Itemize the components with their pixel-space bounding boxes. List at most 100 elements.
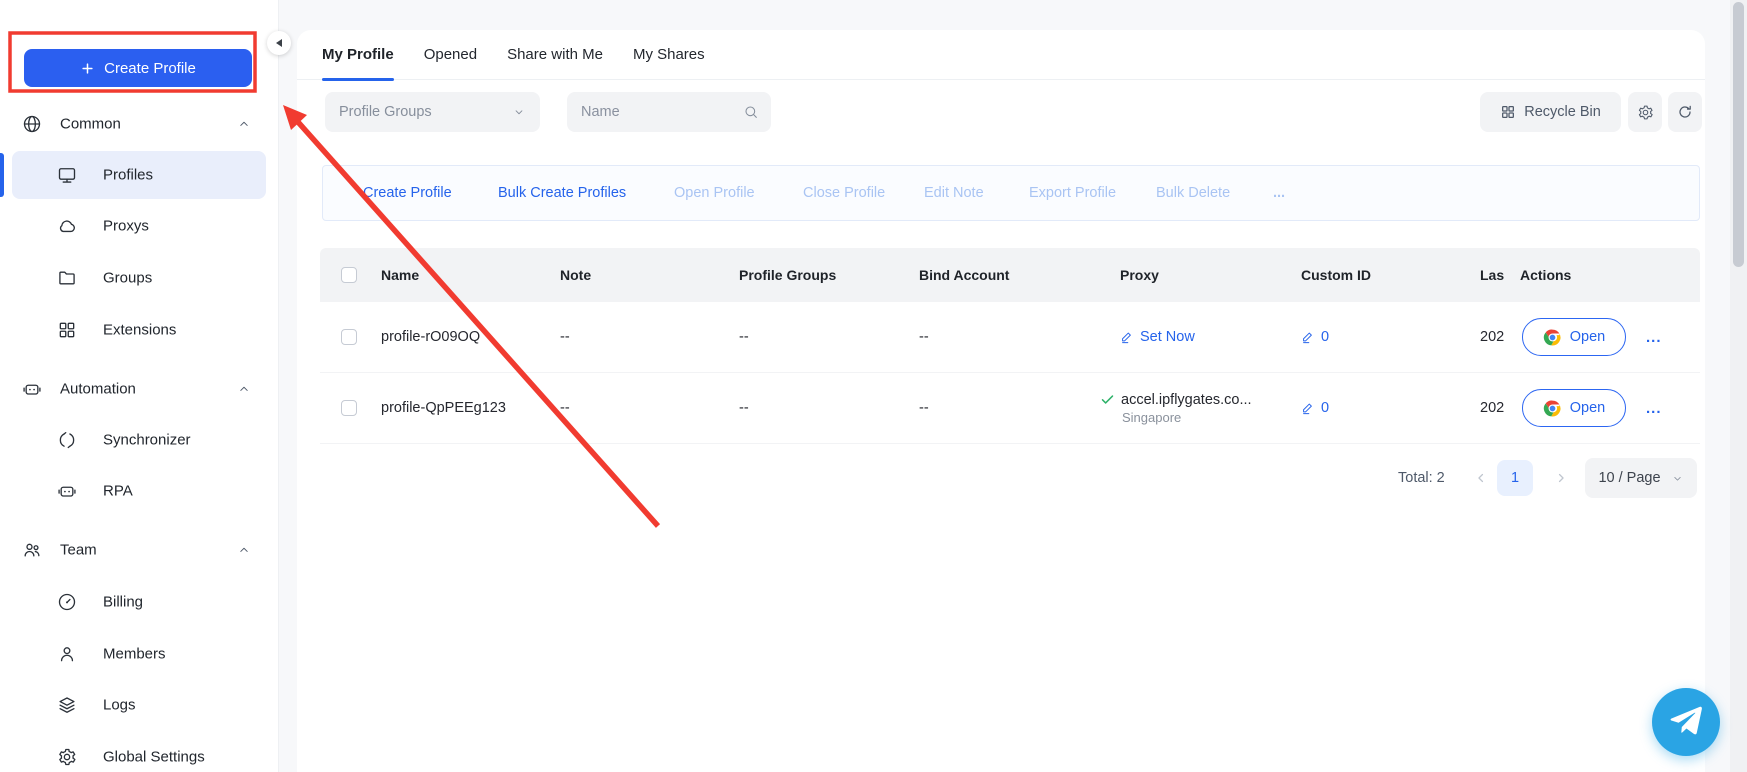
sidebar-item-rpa[interactable]: RPA <box>0 465 278 517</box>
grid-icon <box>1500 104 1516 120</box>
robot-icon <box>22 379 42 399</box>
tab-my-shares[interactable]: My Shares <box>633 30 705 80</box>
sidebar-item-billing[interactable]: Billing <box>0 576 278 628</box>
page-size-select[interactable]: 10 / Page <box>1585 458 1697 498</box>
chevron-up-icon[interactable] <box>237 382 251 396</box>
chevron-down-icon <box>1671 472 1684 485</box>
sidebar-item-logs[interactable]: Logs <box>0 679 278 731</box>
row-checkbox[interactable] <box>341 329 357 345</box>
row-more-button[interactable]: ... <box>1646 302 1662 372</box>
page-size-value: 10 / Page <box>1598 470 1660 486</box>
recycle-bin-label: Recycle Bin <box>1524 104 1601 120</box>
sync-icon <box>57 430 77 450</box>
sidebar-item-label: Global Settings <box>103 749 205 766</box>
sidebar-item-label: Billing <box>103 594 143 611</box>
refresh-button[interactable] <box>1668 92 1702 132</box>
telegram-button[interactable] <box>1652 688 1720 756</box>
sidebar-item-label: RPA <box>103 483 133 500</box>
custom-id-edit[interactable]: 0 <box>1301 302 1329 372</box>
bind-account-value: -- <box>919 302 929 372</box>
sidebar-item-groups[interactable]: Groups <box>0 252 278 304</box>
action-edit-note[interactable]: Edit Note <box>924 166 984 220</box>
sidebar-item-label: Profiles <box>103 167 153 184</box>
main-panel: My Profile Opened Share with Me My Share… <box>297 30 1705 772</box>
sidebar-collapse-button[interactable] <box>267 31 291 55</box>
sidebar: Create Profile Common Profiles Proxys Gr… <box>0 0 279 772</box>
col-header-note: Note <box>560 248 591 302</box>
open-profile-button[interactable]: Open <box>1522 389 1626 427</box>
action-bulk-delete[interactable]: Bulk Delete <box>1156 166 1230 220</box>
action-open-profile[interactable]: Open Profile <box>674 166 755 220</box>
open-profile-button[interactable]: Open <box>1522 318 1626 356</box>
sidebar-item-synchronizer[interactable]: Synchronizer <box>0 414 278 466</box>
globe-icon <box>22 114 42 134</box>
section-label: Team <box>60 542 97 559</box>
pagination-prev-button[interactable] <box>1469 458 1493 498</box>
action-create-profile[interactable]: Create Profile <box>363 166 452 220</box>
proxy-set-now-link[interactable]: Set Now <box>1120 302 1195 372</box>
row-checkbox[interactable] <box>341 400 357 416</box>
recycle-bin-button[interactable]: Recycle Bin <box>1480 92 1621 132</box>
sidebar-item-label: Logs <box>103 697 136 714</box>
table-row: profile-rO09OQ -- -- -- Set Now 0 202 Op… <box>320 302 1700 373</box>
page-scrollbar-thumb[interactable] <box>1733 2 1744 267</box>
pagination-next-button[interactable] <box>1549 458 1573 498</box>
chrome-icon <box>1543 328 1562 347</box>
page-scrollbar-track[interactable] <box>1730 0 1747 772</box>
col-header-actions: Actions <box>1520 248 1571 302</box>
profile-groups-select-value: Profile Groups <box>339 104 432 120</box>
active-item-indicator <box>0 153 4 197</box>
proxy-cell[interactable]: accel.ipflygates.co... Singapore <box>1100 373 1252 443</box>
action-close-profile[interactable]: Close Profile <box>803 166 885 220</box>
create-profile-label: Create Profile <box>104 60 196 77</box>
refresh-icon <box>1677 104 1693 120</box>
name-search <box>567 92 771 132</box>
proxy-host: accel.ipflygates.co... <box>1121 392 1252 408</box>
action-more-ellipsis[interactable]: ... <box>1273 166 1285 220</box>
section-label: Common <box>60 116 121 133</box>
chevron-down-icon <box>512 105 526 119</box>
sidebar-section-automation[interactable]: Automation <box>0 363 278 415</box>
settings-button[interactable] <box>1628 92 1662 132</box>
tab-my-profile[interactable]: My Profile <box>322 30 394 80</box>
chevron-up-icon[interactable] <box>237 117 251 131</box>
profile-groups-select[interactable]: Profile Groups <box>325 92 540 132</box>
note-value: -- <box>560 373 570 443</box>
action-bulk-create-profiles[interactable]: Bulk Create Profiles <box>498 166 626 220</box>
profile-name: profile-rO09OQ <box>381 302 480 372</box>
sidebar-section-common[interactable]: Common <box>0 98 278 150</box>
col-header-profile-groups: Profile Groups <box>739 248 836 302</box>
sidebar-item-extensions[interactable]: Extensions <box>0 304 278 356</box>
custom-id-edit[interactable]: 0 <box>1301 373 1329 443</box>
sidebar-item-members[interactable]: Members <box>0 628 278 680</box>
gear-icon <box>57 747 77 767</box>
sidebar-item-proxys[interactable]: Proxys <box>0 200 278 252</box>
telegram-plane-icon <box>1669 705 1703 739</box>
gear-icon <box>1637 104 1654 121</box>
tab-opened[interactable]: Opened <box>424 30 477 80</box>
custom-id-value: 0 <box>1321 329 1329 345</box>
chevron-left-icon <box>1474 471 1488 485</box>
sidebar-section-team[interactable]: Team <box>0 524 278 576</box>
name-search-input[interactable] <box>579 103 735 121</box>
tab-share-with-me[interactable]: Share with Me <box>507 30 603 80</box>
chevron-right-icon <box>1554 471 1568 485</box>
sidebar-item-profiles[interactable]: Profiles <box>0 149 278 201</box>
col-header-last-truncated: Las <box>1480 248 1506 302</box>
pencil-icon <box>1301 330 1315 344</box>
create-profile-button[interactable]: Create Profile <box>24 49 252 87</box>
chevron-up-icon[interactable] <box>237 543 251 557</box>
search-icon[interactable] <box>743 104 759 120</box>
action-export-profile[interactable]: Export Profile <box>1029 166 1116 220</box>
pagination-page-1[interactable]: 1 <box>1497 460 1533 496</box>
sidebar-item-label: Proxys <box>103 218 149 235</box>
row-more-button[interactable]: ... <box>1646 373 1662 443</box>
team-icon <box>22 540 42 560</box>
select-all-checkbox[interactable] <box>341 267 357 283</box>
col-header-proxy: Proxy <box>1120 248 1159 302</box>
open-button-label: Open <box>1570 329 1605 345</box>
open-button-label: Open <box>1570 400 1605 416</box>
robot-icon <box>57 481 77 501</box>
monitor-icon <box>57 165 77 185</box>
sidebar-item-global-settings[interactable]: Global Settings <box>0 731 278 772</box>
